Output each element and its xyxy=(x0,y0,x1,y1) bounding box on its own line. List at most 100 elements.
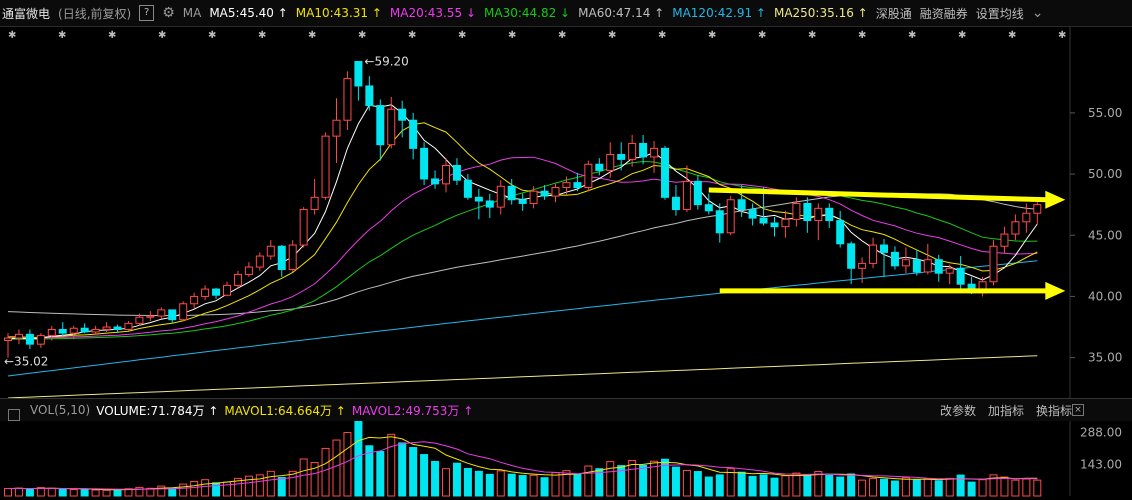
marker-icon: ✱ xyxy=(458,30,466,41)
collapse-icon[interactable] xyxy=(8,409,20,421)
candle-body xyxy=(288,244,297,271)
candle-body xyxy=(321,135,330,198)
candle-body xyxy=(463,179,472,198)
volume-bar xyxy=(661,458,669,497)
marker-icon: ✱ xyxy=(358,30,366,41)
volume-bar xyxy=(1022,478,1031,497)
candle-body xyxy=(387,108,396,146)
candle-body xyxy=(880,244,888,253)
ma5-line xyxy=(7,104,1038,340)
candle-body xyxy=(80,327,89,333)
volume-bar xyxy=(201,479,210,497)
ma10-line xyxy=(7,122,1038,338)
candle-body xyxy=(989,245,998,283)
volume-bar xyxy=(398,442,407,497)
candle-body xyxy=(431,178,440,185)
candle-body xyxy=(376,105,385,146)
candle-body xyxy=(474,196,483,202)
volume-bar xyxy=(737,471,746,497)
volume-bar xyxy=(639,464,648,497)
volume-bar xyxy=(715,474,724,497)
chart-canvas[interactable]: ✱ ✱ ✱ ✱ ✱ ✱ ✱ ✱ ✱ ✱ ✱ ✱ ✱ ✱ ✱ ✱ ✱ ✱ ✱ ✱ ✱ ✱ 35.00 40.00 45.00 50.… xyxy=(0,0,1132,500)
candle-body xyxy=(923,259,932,273)
candle-body xyxy=(912,259,921,273)
marker-icon: ✱ xyxy=(508,30,516,41)
volume-bar xyxy=(463,467,472,497)
candle-body xyxy=(507,185,516,201)
candle-body xyxy=(420,147,429,180)
close-icon[interactable]: × xyxy=(1072,404,1084,416)
volume-bar xyxy=(825,475,834,497)
marker-icon: ✱ xyxy=(908,30,916,41)
volume-bar xyxy=(485,473,494,497)
marker-icon: ✱ xyxy=(8,30,16,41)
candle-body xyxy=(529,190,538,204)
volume-bar xyxy=(47,487,56,497)
candle-body xyxy=(102,326,111,330)
candle-body xyxy=(836,220,845,245)
candle-body xyxy=(146,315,155,318)
price-tick-label: 55.00 xyxy=(1088,106,1122,120)
volume-bar xyxy=(212,482,221,497)
marker-icon: ✱ xyxy=(558,30,566,41)
marker-icon: ✱ xyxy=(958,30,966,41)
volume-bar xyxy=(4,488,12,497)
switch-indicator-button[interactable]: 换指标 xyxy=(1036,402,1072,419)
candle-body xyxy=(14,333,23,339)
marker-icon: ✱ xyxy=(158,30,166,41)
volume-bar xyxy=(1033,479,1042,497)
volume-bar xyxy=(277,476,286,497)
candle-body xyxy=(157,309,166,317)
candle-body xyxy=(1033,204,1042,214)
volume-tool-buttons: 改参数 加指标 换指标 xyxy=(940,402,1072,419)
candle-body xyxy=(124,322,133,330)
candle-body xyxy=(113,326,122,330)
candle-body xyxy=(639,142,648,158)
volume-bar xyxy=(69,489,78,497)
volume-bar xyxy=(507,473,516,497)
high-price-label: ←59.20 xyxy=(364,54,408,68)
volume-bar xyxy=(431,460,440,497)
volume-bar xyxy=(890,480,899,497)
marker-icon: ✱ xyxy=(708,30,716,41)
price-tick-label: 50.00 xyxy=(1088,167,1122,181)
candle-body xyxy=(551,187,560,197)
volume-bar xyxy=(606,461,615,497)
candle-body xyxy=(310,196,319,211)
candle-body xyxy=(573,182,582,189)
volume-bar xyxy=(628,460,637,497)
candle-body xyxy=(47,328,56,337)
candle-body xyxy=(452,165,461,181)
volume-bar xyxy=(332,439,341,497)
candle-body xyxy=(223,284,231,296)
candle-body xyxy=(781,218,790,228)
volume-bar xyxy=(858,479,867,497)
candle-body xyxy=(58,328,67,334)
change-params-button[interactable]: 改参数 xyxy=(940,402,976,419)
resistance-arrow xyxy=(1045,190,1066,209)
candle-body xyxy=(945,267,954,274)
volume-bar xyxy=(321,447,330,497)
candle-body xyxy=(299,209,308,246)
candle-body xyxy=(179,303,188,321)
add-indicator-button[interactable]: 加指标 xyxy=(988,402,1024,419)
candle-body xyxy=(715,210,724,234)
candle-body xyxy=(661,147,669,198)
support-arrow xyxy=(1045,281,1066,300)
candle-body xyxy=(496,185,505,208)
volume-bar xyxy=(80,488,89,497)
candle-body xyxy=(277,245,286,271)
volume-bar xyxy=(693,471,702,497)
volume-bar xyxy=(58,488,67,497)
volume-bar xyxy=(934,480,943,497)
volume-bar xyxy=(923,478,932,497)
volume-bar xyxy=(442,468,450,497)
volume-bar xyxy=(770,477,779,497)
candle-body xyxy=(956,267,965,285)
mavol2-value: MAVOL2:49.753万 ↑ xyxy=(351,403,474,418)
candle-body xyxy=(1011,221,1020,235)
ma120-line xyxy=(7,260,1038,377)
candle-body xyxy=(365,85,374,107)
volume-bar xyxy=(299,458,308,497)
volume-bar xyxy=(901,477,910,497)
